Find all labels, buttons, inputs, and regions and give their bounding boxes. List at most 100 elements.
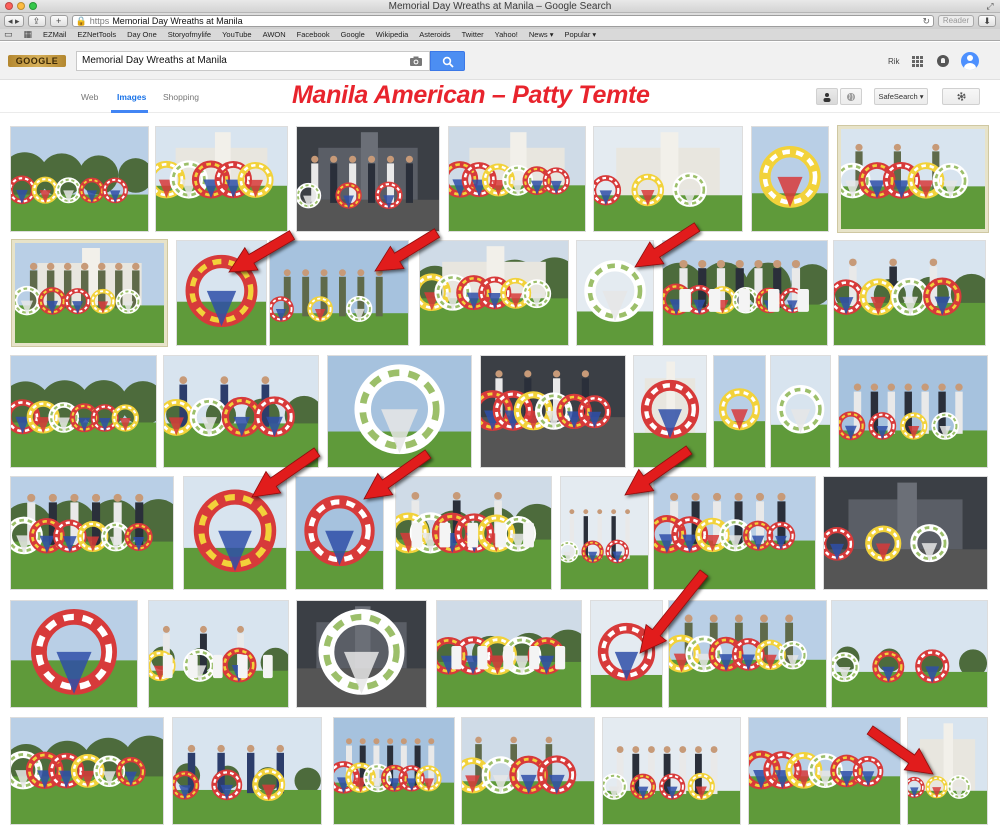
camera-icon[interactable] bbox=[409, 54, 423, 68]
image-result[interactable] bbox=[668, 600, 827, 708]
bookmark-item[interactable]: EZMail bbox=[43, 30, 66, 39]
fullscreen-icon[interactable]: ⤢ bbox=[985, 1, 995, 11]
image-result[interactable] bbox=[907, 717, 988, 825]
image-result[interactable] bbox=[163, 355, 319, 468]
bookmark-item[interactable]: Twitter bbox=[462, 30, 484, 39]
image-result[interactable] bbox=[448, 126, 586, 232]
search-button[interactable] bbox=[430, 51, 465, 71]
zoom-window-button[interactable] bbox=[29, 2, 37, 10]
search-input[interactable]: Memorial Day Wreaths at Manila bbox=[76, 51, 430, 71]
image-result[interactable] bbox=[11, 239, 168, 347]
private-results-button[interactable] bbox=[816, 88, 838, 105]
image-result[interactable] bbox=[395, 476, 552, 590]
search-query-text: Memorial Day Wreaths at Manila bbox=[82, 55, 227, 66]
image-result[interactable] bbox=[296, 126, 440, 232]
image-result[interactable] bbox=[172, 717, 322, 825]
bookmark-item[interactable]: Facebook bbox=[297, 30, 330, 39]
image-result[interactable] bbox=[10, 355, 157, 468]
reading-list-icon[interactable]: ▭ bbox=[4, 29, 13, 40]
image-result[interactable] bbox=[419, 240, 569, 346]
result-thumbnail bbox=[839, 356, 987, 467]
image-result[interactable] bbox=[461, 717, 595, 825]
result-thumbnail bbox=[834, 241, 985, 345]
bookmark-item[interactable]: Day One bbox=[127, 30, 157, 39]
image-result[interactable] bbox=[327, 355, 472, 468]
image-result[interactable] bbox=[10, 476, 174, 590]
settings-button[interactable] bbox=[942, 88, 980, 105]
public-results-button[interactable] bbox=[840, 88, 862, 105]
image-result[interactable] bbox=[653, 476, 816, 590]
new-tab-button[interactable]: + bbox=[49, 15, 68, 27]
minimize-window-button[interactable] bbox=[17, 2, 25, 10]
plus-icon: + bbox=[55, 16, 62, 26]
tab-web[interactable]: Web bbox=[81, 92, 98, 102]
bookmark-item[interactable]: Storyofmylife bbox=[168, 30, 211, 39]
result-thumbnail bbox=[437, 601, 581, 707]
image-result[interactable] bbox=[833, 240, 986, 346]
image-result[interactable] bbox=[183, 476, 287, 590]
top-sites-icon[interactable]: ▦ bbox=[24, 29, 33, 40]
image-result[interactable] bbox=[662, 240, 828, 346]
image-result[interactable] bbox=[838, 355, 988, 468]
bookmark-item[interactable]: Yahoo! bbox=[495, 30, 518, 39]
image-result[interactable] bbox=[10, 600, 138, 708]
apps-grid-icon[interactable] bbox=[912, 56, 923, 67]
image-result[interactable] bbox=[295, 476, 384, 590]
tab-images[interactable]: Images bbox=[117, 92, 146, 102]
image-result[interactable] bbox=[10, 126, 149, 232]
result-thumbnail bbox=[654, 477, 815, 589]
image-result[interactable] bbox=[713, 355, 766, 468]
result-thumbnail bbox=[449, 127, 585, 231]
image-result[interactable] bbox=[148, 600, 289, 708]
bookmark-item[interactable]: Asteroids bbox=[419, 30, 450, 39]
image-result[interactable] bbox=[176, 240, 267, 346]
reload-icon[interactable]: ↻ bbox=[922, 16, 930, 27]
address-bar[interactable]: 🔒 https Memorial Day Wreaths at Manila ↻ bbox=[71, 15, 934, 27]
image-result[interactable] bbox=[480, 355, 626, 468]
image-result[interactable] bbox=[10, 717, 164, 825]
user-name[interactable]: Rik bbox=[888, 57, 900, 66]
notifications-icon[interactable] bbox=[937, 55, 949, 67]
back-button[interactable]: ◂ ▸ bbox=[4, 15, 24, 27]
image-result[interactable] bbox=[831, 600, 988, 708]
window-controls bbox=[5, 2, 37, 10]
image-result[interactable] bbox=[770, 355, 831, 468]
image-result[interactable] bbox=[602, 717, 741, 825]
result-thumbnail bbox=[177, 241, 266, 345]
lock-icon: 🔒 bbox=[75, 15, 87, 26]
image-result[interactable] bbox=[837, 125, 989, 233]
bookmark-item[interactable]: AWON bbox=[263, 30, 286, 39]
google-logo[interactable]: GOOGLE bbox=[8, 55, 66, 67]
active-tab-indicator bbox=[111, 110, 148, 113]
bookmark-item[interactable]: Popular ▾ bbox=[564, 30, 596, 39]
reader-button[interactable]: Reader bbox=[938, 15, 974, 27]
bookmark-item[interactable]: Google bbox=[341, 30, 365, 39]
result-thumbnail bbox=[462, 718, 594, 824]
share-button[interactable]: ⇪ bbox=[27, 15, 46, 27]
image-result[interactable] bbox=[823, 476, 988, 590]
image-result[interactable] bbox=[633, 355, 707, 468]
image-result[interactable] bbox=[436, 600, 582, 708]
close-window-button[interactable] bbox=[5, 2, 13, 10]
image-result[interactable] bbox=[751, 126, 829, 232]
bookmark-item[interactable]: News ▾ bbox=[529, 30, 554, 39]
tab-shopping[interactable]: Shopping bbox=[163, 92, 199, 102]
image-result[interactable] bbox=[333, 717, 455, 825]
safesearch-dropdown[interactable]: SafeSearch ▾ bbox=[874, 88, 928, 105]
bookmark-item[interactable]: Wikipedia bbox=[376, 30, 409, 39]
image-result[interactable] bbox=[593, 126, 743, 232]
image-result[interactable] bbox=[560, 476, 649, 590]
bookmark-item[interactable]: EZNetTools bbox=[77, 30, 116, 39]
bookmark-item[interactable]: YouTube bbox=[222, 30, 251, 39]
image-result[interactable] bbox=[590, 600, 663, 708]
image-result[interactable] bbox=[576, 240, 654, 346]
window-titlebar: Memorial Day Wreaths at Manila – Google … bbox=[0, 0, 1000, 13]
image-result[interactable] bbox=[296, 600, 427, 708]
result-thumbnail bbox=[11, 477, 173, 589]
image-result[interactable] bbox=[269, 240, 409, 346]
avatar[interactable] bbox=[961, 52, 979, 70]
result-thumbnail bbox=[591, 601, 662, 707]
image-result[interactable] bbox=[748, 717, 901, 825]
image-result[interactable] bbox=[155, 126, 288, 232]
download-button[interactable]: ⬇ bbox=[978, 15, 996, 27]
